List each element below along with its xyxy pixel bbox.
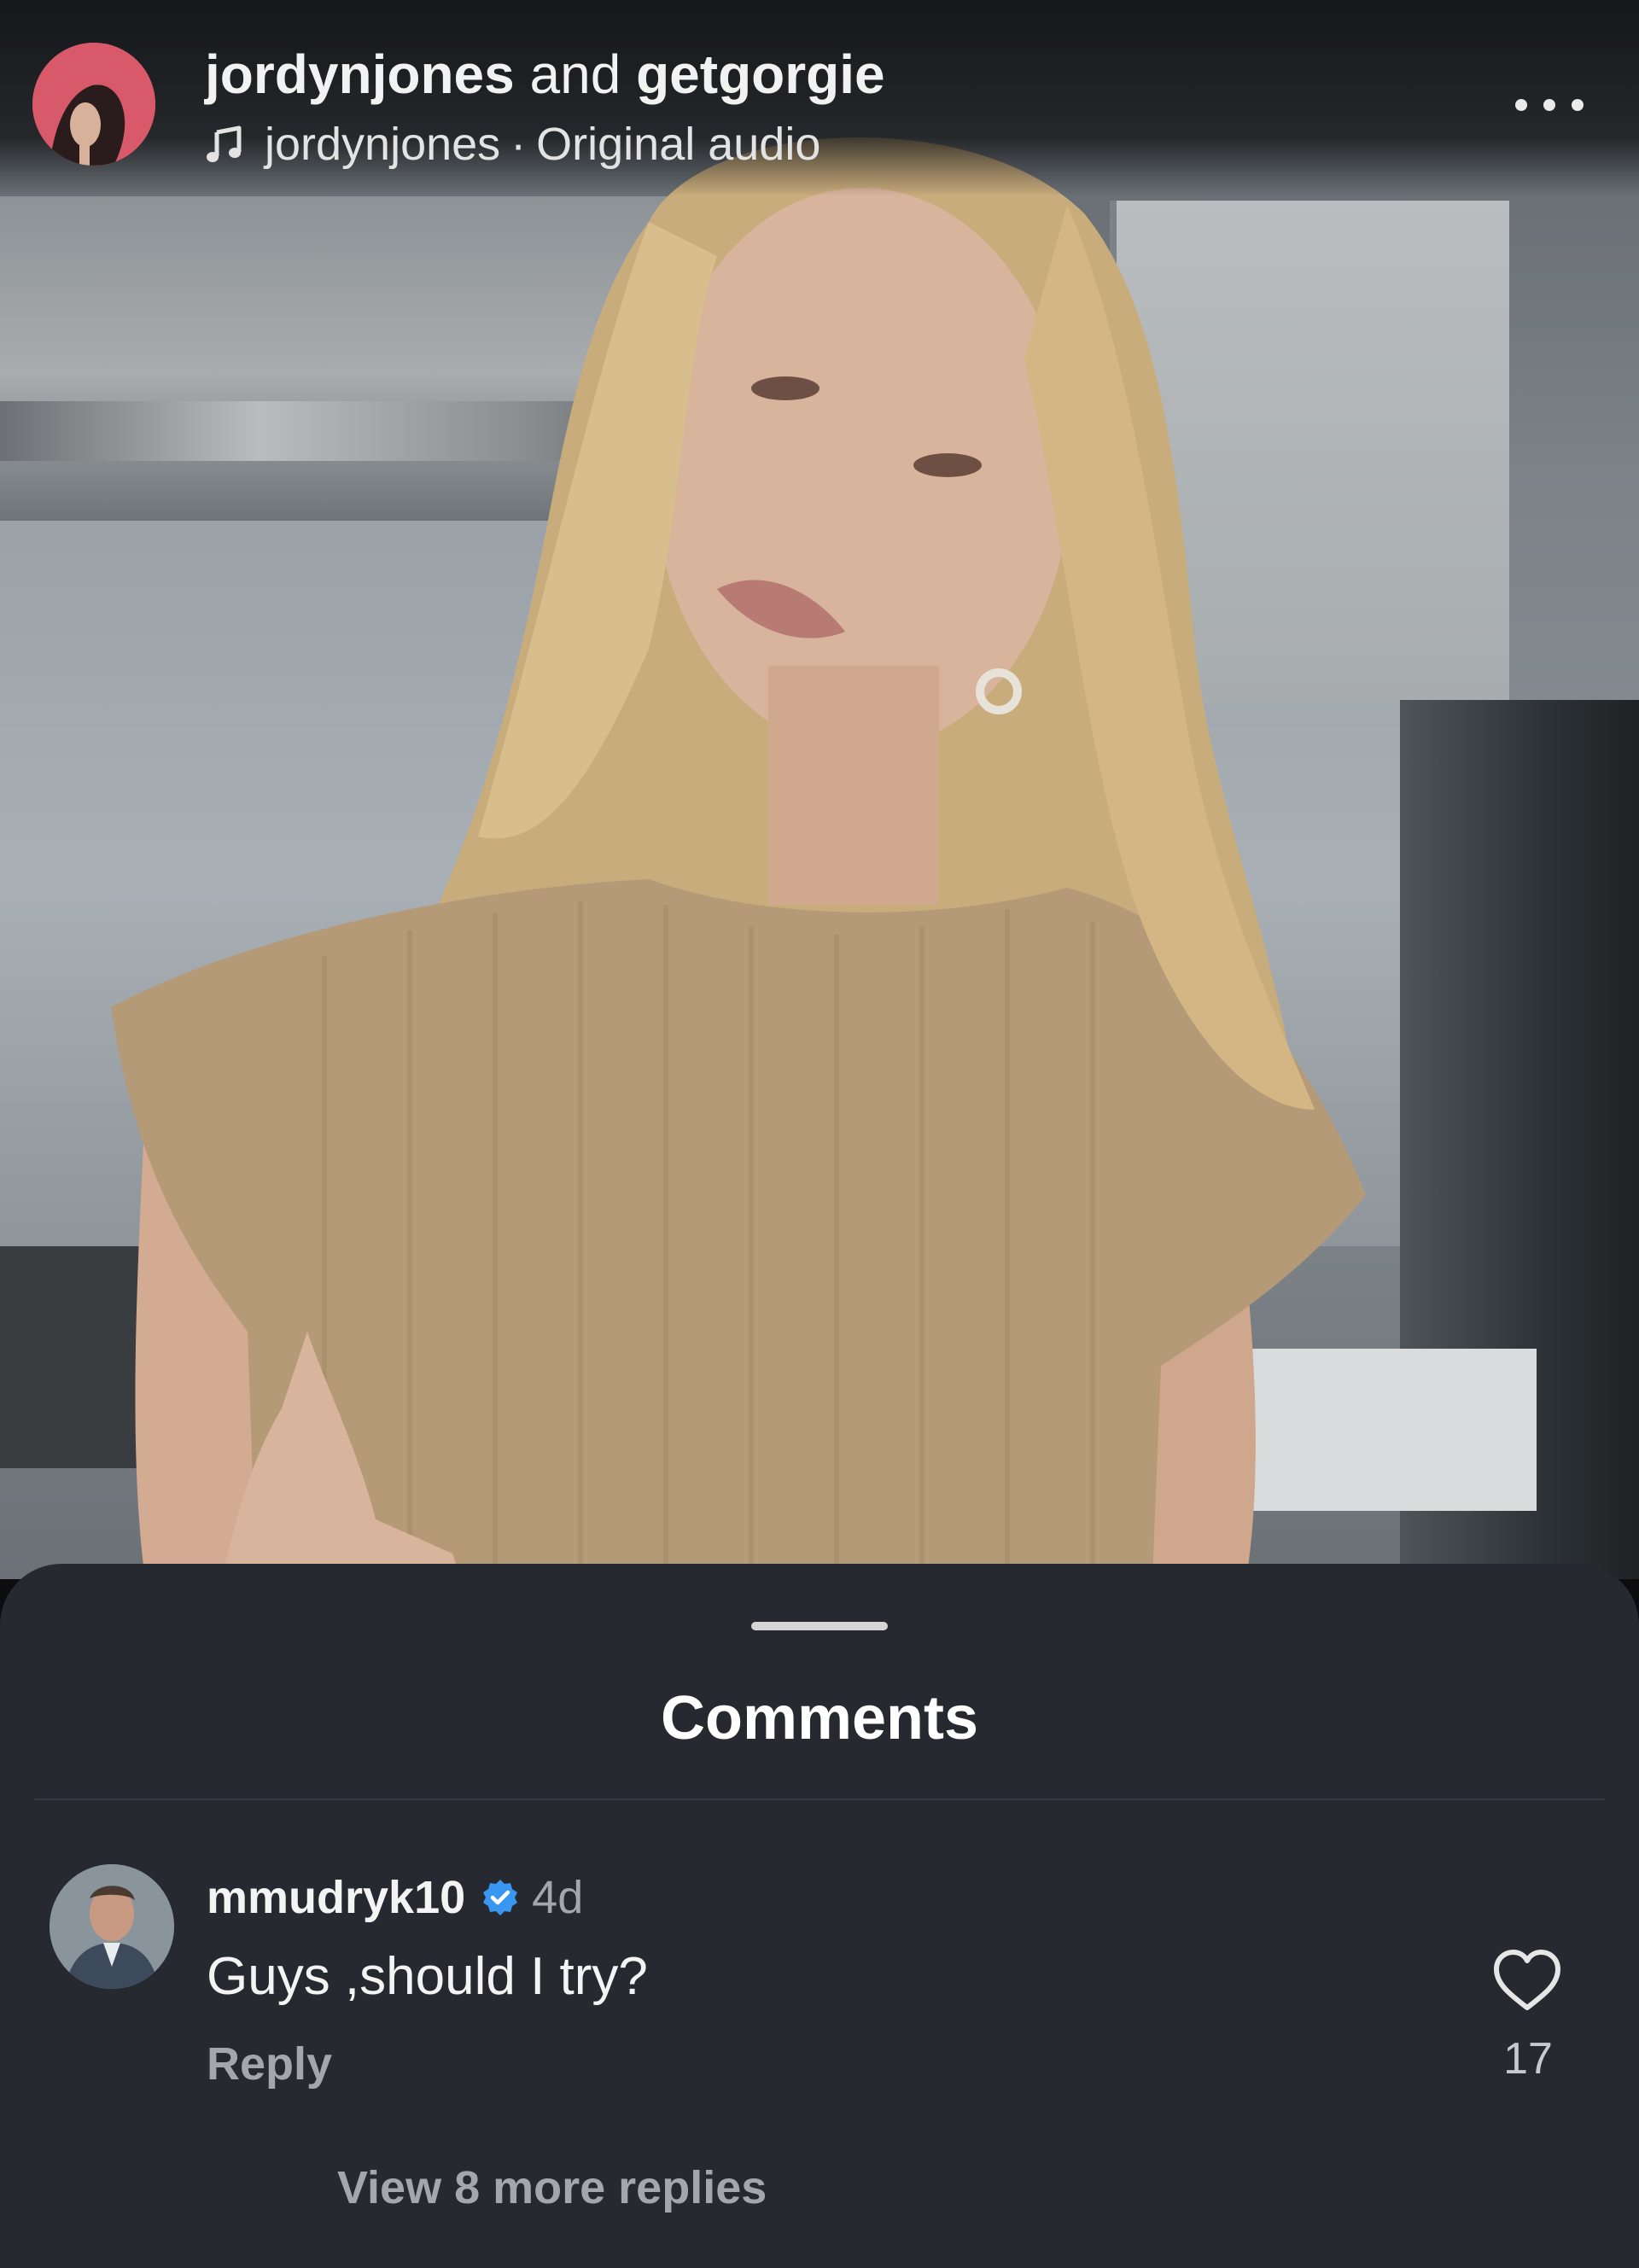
woman-in-video — [111, 137, 1366, 1579]
author-connector: and — [529, 44, 621, 105]
author-secondary[interactable]: getgorgie — [636, 44, 885, 105]
music-note-icon — [207, 125, 242, 162]
profile-picture-icon — [50, 1864, 174, 1989]
sheet-title: Comments — [660, 1684, 979, 1752]
comments-sheet: Comments mmudryk10 4d Guys ,should I try… — [0, 1564, 1639, 2268]
heart-outline-icon[interactable] — [1492, 1948, 1562, 2013]
audio-user: jordynjones — [265, 119, 501, 170]
avatar[interactable] — [32, 43, 155, 166]
audio-info[interactable]: jordynjones · Original audio — [205, 118, 820, 171]
view-more-replies-button[interactable]: View 8 more replies — [337, 2161, 767, 2214]
post-authors[interactable]: jordynjones and getgorgie — [205, 43, 885, 106]
like-count: 17 — [1503, 2034, 1553, 2084]
audio-label: Original audio — [536, 119, 821, 170]
dot — [1572, 99, 1584, 111]
author-primary[interactable]: jordynjones — [205, 44, 515, 105]
more-options-icon[interactable] — [1515, 92, 1584, 118]
audio-separator: · — [510, 119, 527, 170]
comment-time: 4d — [532, 1872, 584, 1923]
comment-avatar[interactable] — [50, 1864, 174, 1989]
comment-username[interactable]: mmudryk10 — [207, 1871, 465, 1924]
comment-text: Guys ,should I try? — [207, 1947, 648, 2006]
reel-video[interactable] — [0, 0, 1639, 1579]
comment-header: mmudryk10 4d — [207, 1871, 583, 1924]
verified-badge-icon — [483, 1880, 518, 1915]
dot — [1515, 99, 1527, 111]
sheet-drag-handle[interactable] — [751, 1622, 888, 1630]
profile-picture-icon — [32, 43, 155, 166]
dot — [1543, 99, 1555, 111]
reel-header: jordynjones and getgorgie jordynjones · … — [0, 0, 1639, 196]
reply-button[interactable]: Reply — [207, 2038, 332, 2090]
divider — [34, 1799, 1605, 1800]
